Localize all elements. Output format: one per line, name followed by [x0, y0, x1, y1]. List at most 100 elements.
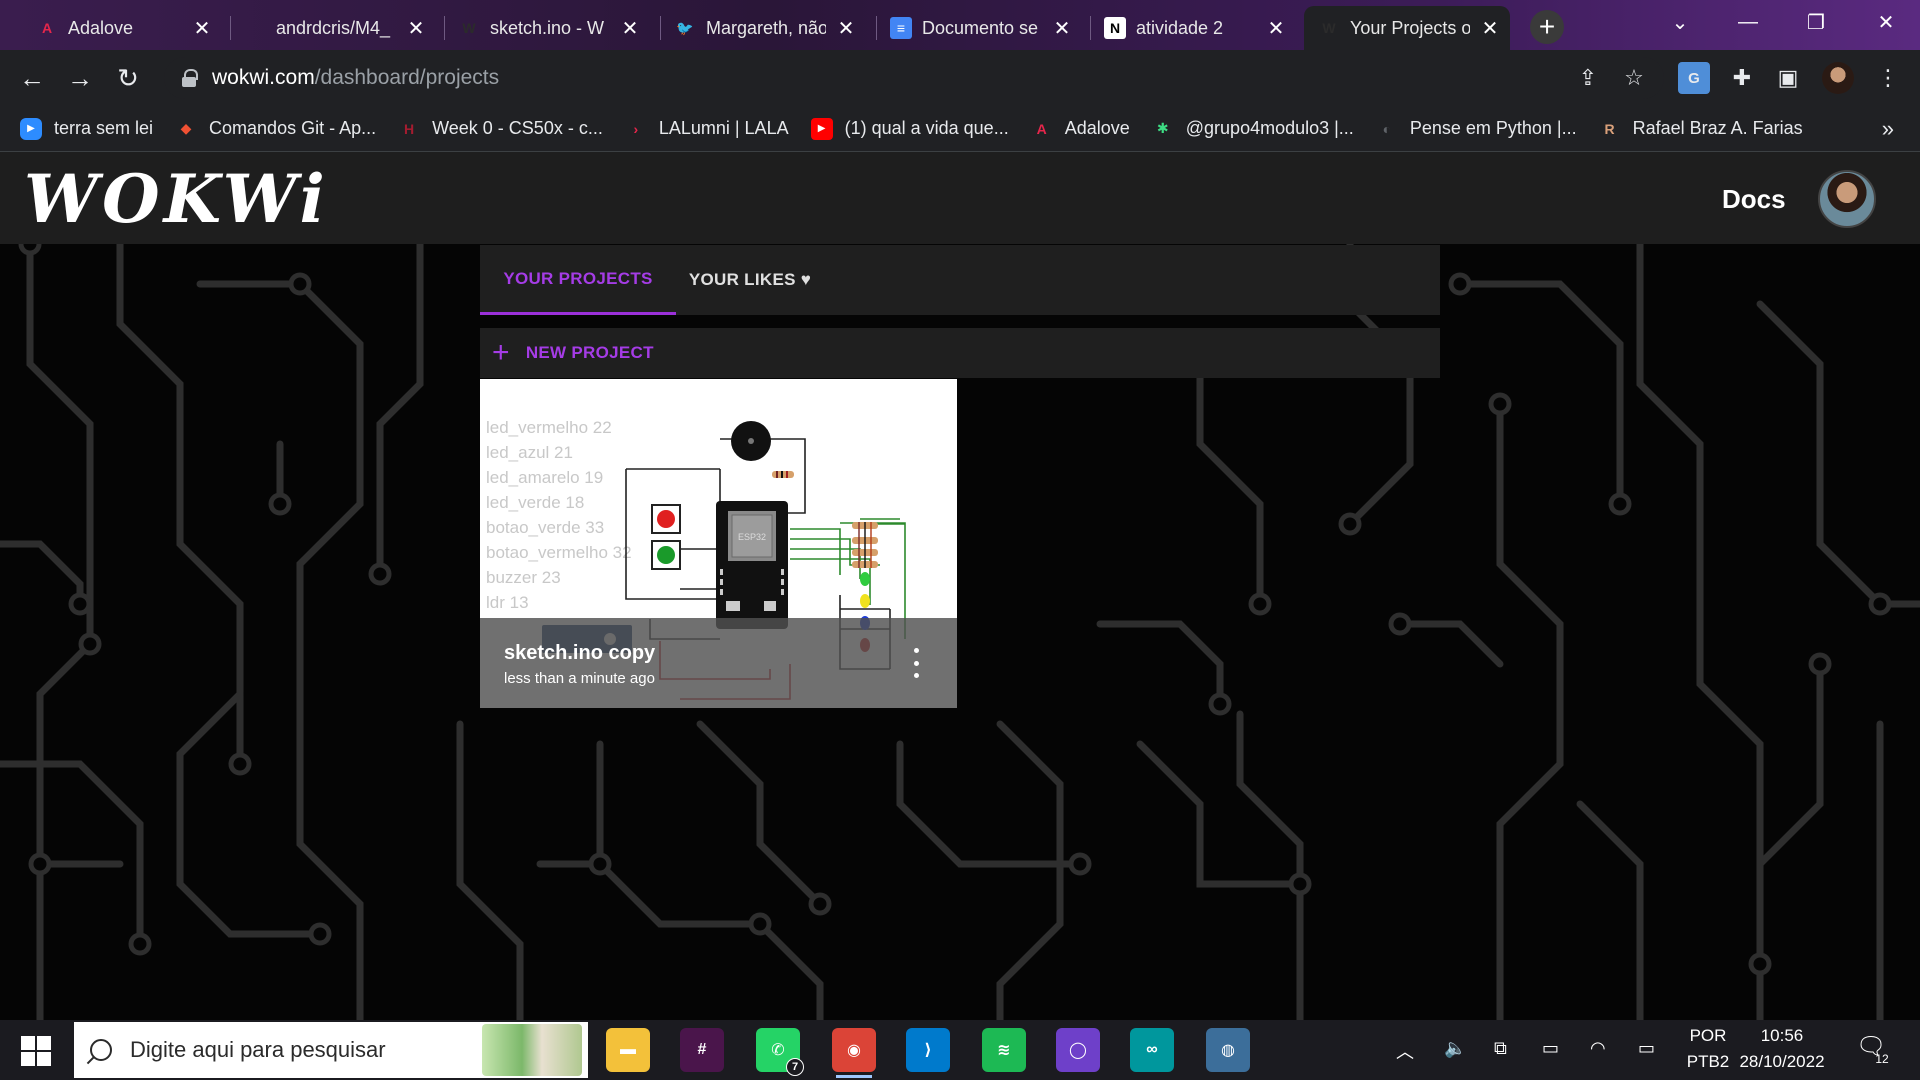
bookmark-label: (1) qual a vida que...: [844, 118, 1009, 138]
close-tab-icon[interactable]: ✕: [836, 16, 856, 41]
whatsapp-icon[interactable]: ✆ 7: [756, 1028, 804, 1076]
volume-icon[interactable]: 🔈: [1444, 1038, 1466, 1059]
close-tab-icon[interactable]: ✕: [1480, 16, 1500, 41]
dashboard-tabs: YOUR PROJECTS YOUR LIKES ♥: [480, 245, 1440, 315]
bookmark-label: terra sem lei: [54, 118, 154, 138]
spotify-icon[interactable]: ≋: [982, 1028, 1026, 1072]
google-translate-icon[interactable]: G: [1678, 62, 1710, 94]
chrome-icon[interactable]: ◉: [832, 1028, 876, 1078]
esp32-board: ESP32: [716, 501, 788, 629]
docs-link[interactable]: Docs: [1722, 184, 1786, 215]
project-menu-icon[interactable]: [908, 648, 924, 678]
bookmark-item[interactable]: A Adalove: [1031, 118, 1130, 140]
input-language-bottom[interactable]: PTB2: [1680, 1052, 1736, 1072]
forward-icon[interactable]: →: [62, 60, 98, 96]
github-icon: [244, 17, 266, 39]
new-tab-button[interactable]: +: [1530, 10, 1564, 44]
bookmark-item[interactable]: ◆ Comandos Git - Ap...: [175, 118, 376, 140]
notion-icon: N: [1104, 17, 1126, 39]
windows-start-icon[interactable]: [14, 1034, 58, 1068]
bookmark-star-icon[interactable]: ☆: [1618, 62, 1650, 94]
meet-now-icon[interactable]: ⧉: [1494, 1038, 1507, 1059]
reload-icon[interactable]: ↻: [110, 60, 146, 96]
tab-your-likes[interactable]: YOUR LIKES ♥: [676, 245, 824, 315]
user-avatar[interactable]: [1818, 170, 1876, 228]
close-window-icon[interactable]: ✕: [1852, 0, 1920, 44]
tab-search-icon[interactable]: ⌄: [1646, 0, 1714, 44]
minimize-icon[interactable]: —: [1714, 0, 1782, 44]
browser-tab[interactable]: W Your Projects o ✕: [1304, 6, 1510, 50]
wifi-icon[interactable]: ◠: [1590, 1038, 1606, 1059]
browser-tab[interactable]: Natividade 2 ✕: [1090, 6, 1296, 50]
taskbar-search-box[interactable]: Digite aqui para pesquisar: [74, 1022, 588, 1078]
close-tab-icon[interactable]: ✕: [620, 16, 640, 41]
zoom-icon: ▶: [20, 117, 42, 140]
wokwi-icon: W: [462, 20, 476, 36]
url-text[interactable]: wokwi.com/dashboard/projects: [212, 66, 499, 90]
extensions-icon[interactable]: ✚: [1726, 62, 1758, 94]
clock-time[interactable]: 10:56: [1730, 1026, 1834, 1046]
menu-kebab-icon[interactable]: ⋮: [1872, 62, 1904, 94]
profile-avatar-icon[interactable]: [1822, 62, 1854, 94]
browser-tab[interactable]: ≡ Documento se ✕: [876, 6, 1082, 50]
file-explorer-icon[interactable]: ▬: [606, 1028, 650, 1072]
side-panel-icon[interactable]: ▣: [1772, 62, 1804, 94]
bookmark-item[interactable]: R Rafael Braz A. Farias: [1599, 118, 1803, 140]
browser-tab[interactable]: 🐦 Margareth, não ✕: [660, 6, 866, 50]
globe-icon: ◐: [1382, 120, 1392, 137]
project-card[interactable]: led_vermelho 22 led_azul 21 led_amarelo 19…: [480, 379, 957, 708]
bookmark-item[interactable]: ✱ @grupo4modulo3 |...: [1152, 118, 1354, 140]
bookmark-item[interactable]: ◐ Pense em Python |...: [1376, 118, 1577, 140]
bookmarks-overflow-button[interactable]: »: [1882, 116, 1894, 142]
whatsapp-unread-badge: 7: [786, 1058, 804, 1076]
share-icon[interactable]: ⇪: [1572, 62, 1604, 94]
browser-tab[interactable]: andrdcris/M4_ ✕: [230, 6, 436, 50]
new-project-button[interactable]: + NEW PROJECT: [480, 328, 1440, 378]
battery-icon[interactable]: ▭: [1638, 1038, 1655, 1059]
close-tab-icon[interactable]: ✕: [1266, 16, 1286, 41]
notifications-count: 12: [1875, 1052, 1889, 1066]
close-tab-icon[interactable]: ✕: [406, 16, 426, 41]
back-icon[interactable]: ←: [14, 60, 50, 96]
close-tab-icon[interactable]: ✕: [192, 16, 212, 41]
taskbar-search-placeholder: Digite aqui para pesquisar: [130, 1037, 386, 1062]
lock-icon[interactable]: [182, 69, 198, 87]
address-bar[interactable]: wokwi.com/dashboard/projects: [164, 57, 1664, 99]
arduino-icon[interactable]: ∞: [1130, 1028, 1174, 1072]
windows-taskbar: Digite aqui para pesquisar ▬ # ✆ 7 ◉ ⟩ ≋ ◯ ∞ ◍ ︿ …: [0, 1020, 1920, 1080]
show-hidden-icons-icon[interactable]: ︿: [1396, 1038, 1414, 1064]
bookmark-item[interactable]: › LALumni | LALA: [625, 118, 788, 140]
tab-your-projects[interactable]: YOUR PROJECTS: [480, 245, 676, 315]
bookmark-label: Rafael Braz A. Farias: [1632, 118, 1803, 138]
resistor-icon: [852, 522, 878, 568]
project-title[interactable]: sketch.ino copy: [504, 642, 655, 665]
clock-date[interactable]: 28/10/2022: [1730, 1052, 1834, 1072]
bookmark-item[interactable]: ▶ terra sem lei: [20, 117, 154, 140]
browser-tab-strip: A Adalove ✕ andrdcris/M4_ ✕ Wsketch.ino - W ✕ 🐦…: [0, 0, 1920, 50]
slack-icon[interactable]: #: [680, 1028, 724, 1072]
bookmark-label: Week 0 - CS50x - c...: [432, 118, 603, 138]
github-desktop-icon[interactable]: ◯: [1056, 1028, 1100, 1072]
restore-icon[interactable]: ❐: [1782, 0, 1850, 44]
url-host: wokwi.com: [212, 66, 315, 89]
setup-icon[interactable]: ◍: [1206, 1028, 1250, 1072]
vscode-icon[interactable]: ⟩: [906, 1028, 950, 1072]
close-tab-icon[interactable]: ✕: [1052, 16, 1072, 41]
twitter-icon: 🐦: [676, 19, 694, 36]
adalove-icon: A: [1036, 120, 1047, 137]
bookmark-item[interactable]: ▶ (1) qual a vida que...: [810, 117, 1009, 140]
browser-tab-title: Documento se: [922, 17, 1039, 38]
url-path: /dashboard/projects: [314, 66, 500, 89]
browser-tab-title: Your Projects o: [1350, 17, 1470, 38]
browser-tab-title: sketch.ino - W: [490, 17, 605, 38]
search-highlight-image: [482, 1024, 582, 1076]
project-card-footer: sketch.ino copy less than a minute ago: [480, 618, 957, 708]
browser-tab-title: atividade 2: [1136, 17, 1224, 38]
browser-tab[interactable]: Wsketch.ino - W ✕: [444, 6, 650, 50]
display-icon[interactable]: ▭: [1542, 1038, 1559, 1059]
input-language-top[interactable]: POR: [1680, 1026, 1736, 1046]
browser-tab[interactable]: A Adalove ✕: [22, 6, 222, 50]
wokwi-logo[interactable]: WOKWi: [24, 160, 329, 238]
bookmark-item[interactable]: H Week 0 - CS50x - c...: [398, 118, 603, 140]
chip-label: ESP32: [738, 532, 766, 542]
